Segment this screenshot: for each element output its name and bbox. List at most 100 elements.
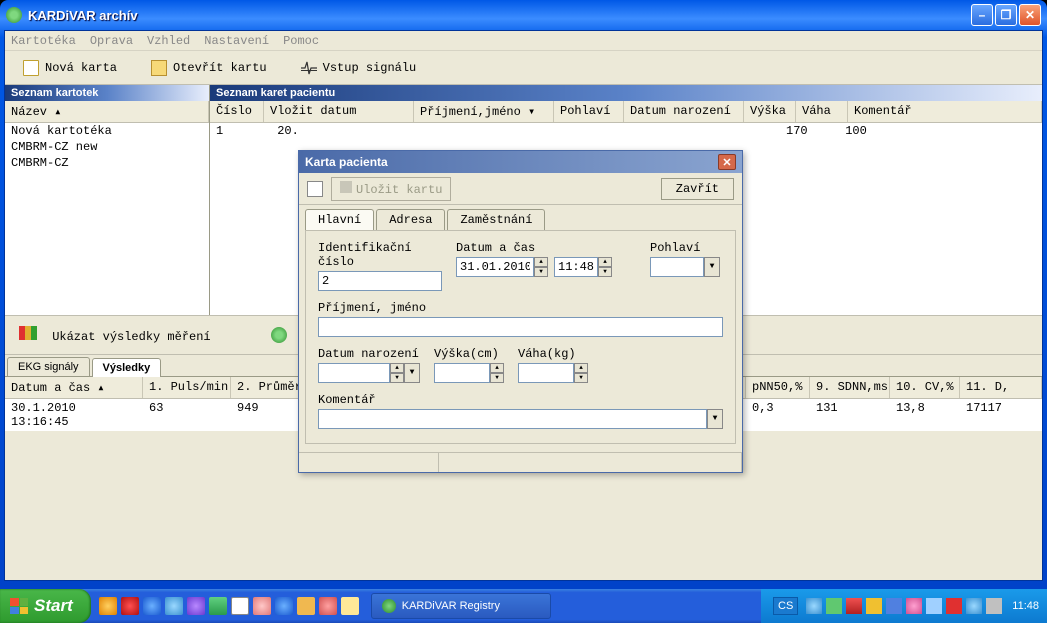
- ql-icon-6[interactable]: [209, 597, 227, 615]
- comment-field[interactable]: [318, 409, 707, 429]
- taskbar-app-button[interactable]: KARDiVAR Registry: [371, 593, 551, 619]
- sex-dropdown-button[interactable]: ▼: [704, 257, 720, 277]
- signal-icon: [301, 60, 317, 76]
- start-button[interactable]: Start: [0, 589, 91, 623]
- list-item[interactable]: CMBRM-CZ: [5, 155, 209, 171]
- col-pnn[interactable]: pNN50,%: [746, 377, 810, 398]
- tray-icon[interactable]: [986, 598, 1002, 614]
- signal-label: Vstup signálu: [323, 61, 417, 75]
- menu-nastaveni[interactable]: Nastavení: [204, 34, 269, 48]
- close-button[interactable]: ✕: [1019, 4, 1041, 26]
- dialog-close-button[interactable]: ✕: [718, 154, 736, 170]
- col-pohlavi[interactable]: Pohlaví: [554, 101, 624, 122]
- ql-icon-5[interactable]: [187, 597, 205, 615]
- dialog-close-text-button[interactable]: Zavřít: [661, 178, 734, 200]
- col-narozeni[interactable]: Datum narození: [624, 101, 744, 122]
- tray-icon[interactable]: [906, 598, 922, 614]
- date-field[interactable]: [456, 257, 534, 277]
- tab-hlavni[interactable]: Hlavní: [305, 209, 374, 230]
- menu-pomoc[interactable]: Pomoc: [283, 34, 319, 48]
- right-grid-header: Číslo Vložit datum Příjmení,jméno ▾ Pohl…: [210, 101, 1042, 123]
- ql-icon-7[interactable]: [231, 597, 249, 615]
- dob-field[interactable]: [318, 363, 390, 383]
- table-row[interactable]: 1 20. 170 100: [210, 123, 1042, 139]
- tray-icon[interactable]: [806, 598, 822, 614]
- show-results-button[interactable]: Ukázat výsledky měření: [19, 326, 211, 344]
- menu-vzhled[interactable]: Vzhled: [147, 34, 190, 48]
- ql-icon-3[interactable]: [143, 597, 161, 615]
- left-grid-body[interactable]: Nová kartotéka CMBRM-CZ new CMBRM-CZ: [5, 123, 209, 315]
- language-indicator[interactable]: CS: [773, 597, 798, 615]
- list-item[interactable]: Nová kartotéka: [5, 123, 209, 139]
- ql-icon-1[interactable]: [99, 597, 117, 615]
- dob-up[interactable]: ▲: [390, 363, 404, 373]
- new-card-button[interactable]: Nová karta: [17, 56, 123, 80]
- ql-icon-10[interactable]: [297, 597, 315, 615]
- status-segment: [299, 453, 439, 472]
- tab-zamestnani[interactable]: Zaměstnání: [447, 209, 545, 230]
- new-card-label: Nová karta: [45, 61, 117, 75]
- col-puls[interactable]: 1. Puls/min: [143, 377, 231, 398]
- maximize-button[interactable]: ❐: [995, 4, 1017, 26]
- tray-icon[interactable]: [966, 598, 982, 614]
- weight-field[interactable]: [518, 363, 574, 383]
- col-komentar[interactable]: Komentář: [848, 101, 1042, 122]
- date-up[interactable]: ▲: [534, 257, 548, 267]
- time-field[interactable]: [554, 257, 598, 277]
- col-prumer[interactable]: 2. Průměr: [231, 377, 301, 398]
- col-sdnn[interactable]: 9. SDNN,ms: [810, 377, 890, 398]
- col-vlozit[interactable]: Vložit datum: [264, 101, 414, 122]
- clock[interactable]: 11:48: [1012, 600, 1039, 612]
- sex-field[interactable]: [650, 257, 704, 277]
- tray-icon[interactable]: [826, 598, 842, 614]
- left-grid-header: Název ▴: [5, 101, 209, 123]
- ql-icon-2[interactable]: [121, 597, 139, 615]
- titlebar: KARDiVAR archív – ❐ ✕: [0, 0, 1047, 30]
- open-card-button[interactable]: Otevřít kartu: [145, 56, 273, 80]
- minimize-button[interactable]: –: [971, 4, 993, 26]
- menu-oprava[interactable]: Oprava: [90, 34, 133, 48]
- dob-down[interactable]: ▼: [390, 373, 404, 383]
- height-down[interactable]: ▼: [490, 373, 504, 383]
- main-window: KARDiVAR archív – ❐ ✕ Kartotéka Oprava V…: [0, 0, 1047, 623]
- dob-dropdown-button[interactable]: ▼: [404, 363, 420, 383]
- date-down[interactable]: ▼: [534, 267, 548, 277]
- tab-results[interactable]: Výsledky: [92, 358, 162, 377]
- tab-ekg[interactable]: EKG signály: [7, 357, 90, 376]
- height-field[interactable]: [434, 363, 490, 383]
- ql-icon-9[interactable]: [275, 597, 293, 615]
- list-item[interactable]: CMBRM-CZ new: [5, 139, 209, 155]
- tray-icon[interactable]: [846, 598, 862, 614]
- weight-up[interactable]: ▲: [574, 363, 588, 373]
- tray-icon[interactable]: [926, 598, 942, 614]
- id-field[interactable]: [318, 271, 442, 291]
- time-up[interactable]: ▲: [598, 257, 612, 267]
- col-vaha[interactable]: Váha: [796, 101, 848, 122]
- col-cv[interactable]: 10. CV,%: [890, 377, 960, 398]
- height-up[interactable]: ▲: [490, 363, 504, 373]
- globe-icon[interactable]: [271, 327, 287, 343]
- col-d[interactable]: 11. D,: [960, 377, 1042, 398]
- menubar: Kartotéka Oprava Vzhled Nastavení Pomoc: [5, 31, 1042, 51]
- weight-down[interactable]: ▼: [574, 373, 588, 383]
- tray-icon[interactable]: [946, 598, 962, 614]
- save-card-button[interactable]: Uložit kartu: [331, 177, 451, 201]
- tab-adresa[interactable]: Adresa: [376, 209, 445, 230]
- ql-icon-4[interactable]: [165, 597, 183, 615]
- name-field[interactable]: [318, 317, 723, 337]
- signal-input-button[interactable]: Vstup signálu: [295, 56, 423, 80]
- tray-icon[interactable]: [866, 598, 882, 614]
- col-datum[interactable]: Datum a čas ▴: [5, 377, 143, 398]
- edit-icon[interactable]: [307, 181, 323, 197]
- col-nazev[interactable]: Název ▴: [5, 101, 209, 122]
- col-cislo[interactable]: Číslo: [210, 101, 264, 122]
- ql-icon-8[interactable]: [253, 597, 271, 615]
- col-prijmeni[interactable]: Příjmení,jméno ▾: [414, 101, 554, 122]
- time-down[interactable]: ▼: [598, 267, 612, 277]
- col-vyska[interactable]: Výška: [744, 101, 796, 122]
- ql-icon-12[interactable]: [341, 597, 359, 615]
- tray-icon[interactable]: [886, 598, 902, 614]
- comment-dropdown-button[interactable]: ▼: [707, 409, 723, 429]
- ql-icon-11[interactable]: [319, 597, 337, 615]
- menu-kartoteka[interactable]: Kartotéka: [11, 34, 76, 48]
